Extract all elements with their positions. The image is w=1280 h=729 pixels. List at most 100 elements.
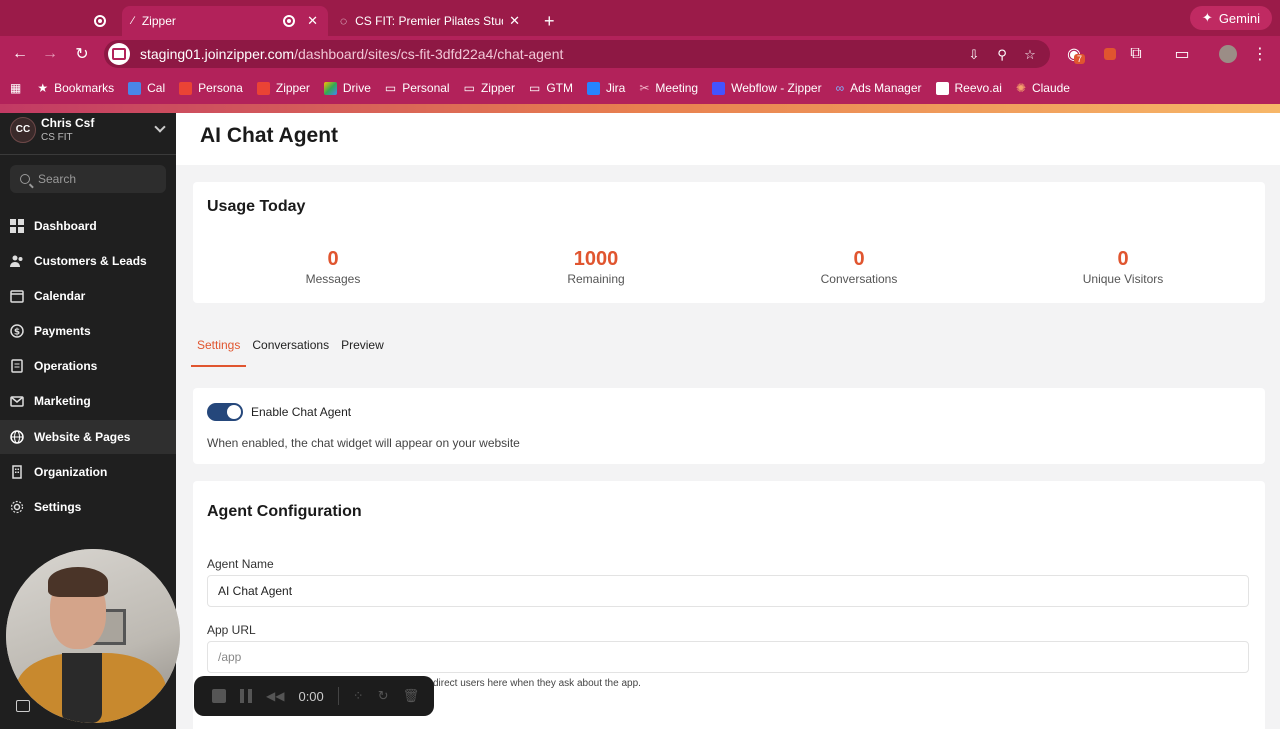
account-switcher[interactable]: CC Chris Csf CS FIT [10, 116, 94, 143]
browser-toolbar: ← → ↻ staging01.joinzipper.com/dashboard… [0, 36, 1280, 72]
building-icon [10, 465, 24, 479]
close-tab-icon[interactable]: ✕ [307, 13, 318, 29]
bookmark-label: Claude [1031, 81, 1070, 95]
bookmark-drive[interactable]: Drive [323, 81, 371, 95]
sidebar-item-website[interactable]: Website & Pages [0, 420, 176, 454]
zipper-favicon: ∕ [132, 15, 134, 27]
sidebar-item-marketing[interactable]: Marketing [0, 384, 176, 418]
webcam-overlay[interactable] [6, 549, 180, 723]
recording-tab-indicator[interactable] [84, 6, 120, 36]
bookmark-folder-personal[interactable]: ▭ Personal [385, 81, 450, 95]
org-name: CS FIT [41, 132, 73, 143]
svg-text:$: $ [14, 328, 20, 338]
bookmark-zipper[interactable]: Zipper [256, 81, 310, 95]
bookmark-ads-manager[interactable]: ∞ Ads Manager [836, 81, 922, 95]
side-panel-icon[interactable]: ▭ [1172, 44, 1192, 64]
bookmark-label: Drive [342, 81, 371, 95]
users-icon [10, 254, 24, 268]
brand-gradient-stripe [0, 104, 1280, 113]
grid-dots-icon[interactable]: ⁘ [353, 688, 364, 704]
agent-name-field[interactable] [207, 575, 1249, 607]
reload-icon[interactable]: ↻ [72, 44, 92, 64]
webcam-person-hair [48, 567, 108, 597]
trash-icon[interactable]: 🗑 [403, 688, 420, 704]
bookmark-label: Zipper [480, 81, 515, 95]
toggle-help-text: When enabled, the chat widget will appea… [207, 436, 520, 450]
puzzle-icon[interactable]: ⧉ [1126, 44, 1146, 64]
bookmark-label: Ads Manager [850, 81, 922, 95]
bookmark-star-icon[interactable]: ☆ [1022, 47, 1038, 63]
sidebar-item-label: Website & Pages [34, 430, 131, 444]
page-title: AI Chat Agent [200, 124, 339, 147]
address-bar[interactable]: staging01.joinzipper.com/dashboard/sites… [104, 40, 1050, 68]
stat-label: Remaining [567, 272, 625, 286]
menu-icon[interactable]: ⋮ [1250, 44, 1270, 64]
chevron-down-icon[interactable] [154, 121, 166, 133]
restart-icon[interactable]: ↻ [378, 688, 389, 704]
install-icon[interactable]: ⇩ [966, 47, 982, 63]
pause-icon[interactable] [240, 689, 252, 703]
bookmark-folder-zipper[interactable]: ▭ Zipper [464, 81, 515, 95]
bookmark-meeting[interactable]: ✂ Meeting [639, 81, 698, 95]
stat-label: Conversations [820, 272, 898, 286]
bookmark-label: Cal [147, 81, 166, 95]
gemini-button[interactable]: ✦ Gemini [1189, 6, 1272, 30]
app-url-hint: direct users here when they ask about th… [433, 678, 641, 689]
gear-icon [10, 500, 24, 514]
back-icon[interactable]: ← [10, 44, 30, 64]
bookmark-label: Meeting [655, 81, 699, 95]
tab-conversations[interactable]: Conversations [246, 335, 335, 367]
new-tab-button[interactable]: + [534, 6, 562, 36]
url-host: staging01.joinzipper.com [140, 46, 295, 62]
tab-settings[interactable]: Settings [191, 335, 247, 367]
bookmark-webflow[interactable]: Webflow - Zipper [712, 81, 822, 95]
enable-chat-toggle[interactable] [207, 403, 243, 421]
app-url-field[interactable] [207, 641, 1249, 673]
sparkle-icon: ✦ [1201, 10, 1213, 25]
search-input[interactable]: Search [10, 165, 166, 193]
bookmark-label: Bookmarks [54, 81, 115, 95]
stat-value: 0 [853, 248, 865, 270]
sidebar-item-payments[interactable]: $ Payments [0, 314, 176, 348]
sidebar-item-label: Marketing [34, 394, 91, 408]
bookmark-claude[interactable]: ✺ Claude [1016, 81, 1070, 95]
extension-fox-icon[interactable] [1100, 44, 1120, 64]
site-info-icon[interactable] [108, 43, 130, 65]
bookmark-bookmarks[interactable]: ★ Bookmarks [37, 81, 114, 95]
stat-value: 1000 [573, 248, 619, 270]
bookmark-cal[interactable]: Cal [128, 81, 165, 95]
toggle-label: Enable Chat Agent [251, 405, 352, 419]
app-url-label: App URL [207, 623, 256, 637]
sidebar-item-organization[interactable]: Organization [0, 455, 176, 489]
search-placeholder: Search [38, 172, 77, 186]
apps-icon[interactable]: ▦ [10, 81, 21, 95]
record-icon [94, 15, 106, 27]
bookmark-jira[interactable]: Jira [586, 81, 625, 95]
sidebar-item-operations[interactable]: Operations [0, 349, 176, 383]
bookmark-label: Personal [402, 81, 450, 95]
stat-conversations: 0 Conversations [779, 248, 939, 286]
bookmark-reevo[interactable]: Reevo.ai [935, 81, 1002, 95]
forward-icon[interactable]: → [40, 44, 60, 64]
bookmark-persona[interactable]: Persona [179, 81, 243, 95]
sidebar-item-dashboard[interactable]: Dashboard [0, 209, 176, 243]
stop-icon[interactable] [212, 689, 226, 703]
rewind-icon[interactable]: ◀◀ [266, 689, 284, 703]
sidebar-item-calendar[interactable]: Calendar [0, 279, 176, 313]
profile-avatar[interactable] [1218, 44, 1238, 64]
bookmark-folder-gtm[interactable]: ▭ GTM [529, 81, 573, 95]
zoom-icon[interactable]: ⚲ [994, 47, 1010, 63]
tab-preview[interactable]: Preview [335, 335, 390, 367]
extension-badge: 7 [1074, 54, 1086, 64]
calendar-icon [10, 289, 24, 303]
bookmark-label: Reevo.ai [954, 81, 1002, 95]
gmail-favicon [256, 81, 270, 95]
drive-favicon [323, 81, 337, 95]
grid-icon [10, 219, 24, 233]
browser-tab-zipper[interactable]: ∕ Zipper ✕ [122, 6, 328, 36]
close-tab-icon[interactable]: ✕ [509, 13, 520, 29]
folder-icon: ▭ [528, 81, 541, 95]
sidebar-item-settings[interactable]: Settings [0, 490, 176, 524]
browser-tab-csfit[interactable]: ◌ CS FIT: Premier Pilates Studio ✕ [330, 6, 530, 36]
sidebar-item-customers[interactable]: Customers & Leads [0, 244, 176, 278]
